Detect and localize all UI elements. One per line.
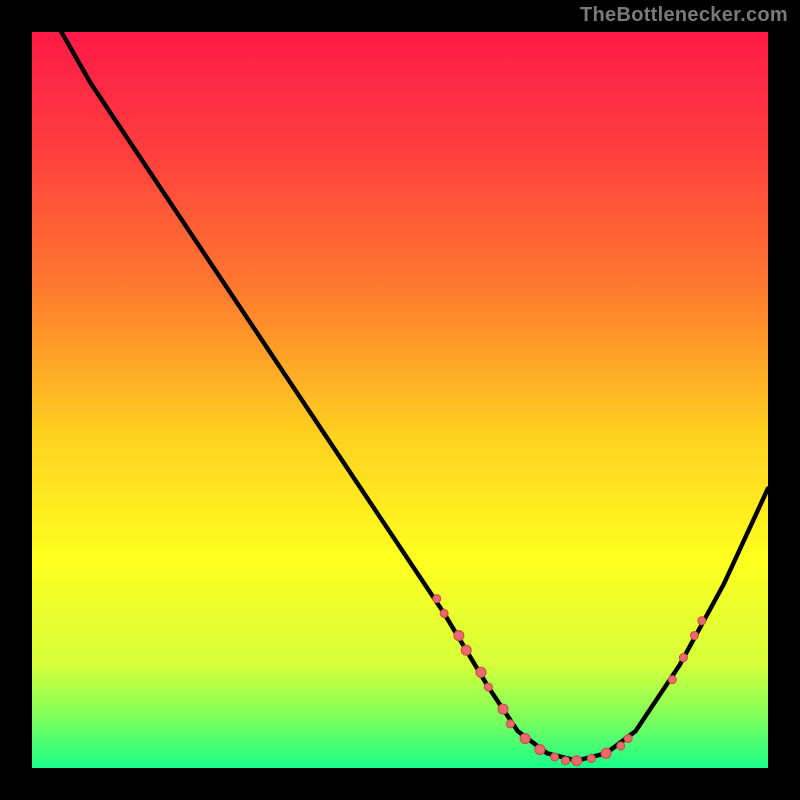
data-markers <box>433 595 706 766</box>
chart-container: TheBottlenecker.com <box>0 0 800 800</box>
data-point <box>454 631 464 641</box>
data-point <box>624 735 632 743</box>
attribution-text: TheBottlenecker.com <box>580 4 788 27</box>
data-point <box>506 720 514 728</box>
data-point <box>562 757 570 765</box>
data-point <box>587 754 595 762</box>
data-point <box>679 654 687 662</box>
data-point <box>617 742 625 750</box>
data-point <box>690 632 698 640</box>
data-point <box>498 704 508 714</box>
plot-area <box>32 32 768 768</box>
data-point <box>668 676 676 684</box>
data-point <box>698 617 706 625</box>
data-point <box>461 645 471 655</box>
data-point <box>520 734 530 744</box>
markers-layer <box>32 32 768 768</box>
data-point <box>572 756 582 766</box>
data-point <box>601 748 611 758</box>
data-point <box>484 683 492 691</box>
data-point <box>433 595 441 603</box>
data-point <box>535 745 545 755</box>
data-point <box>551 753 559 761</box>
data-point <box>440 609 448 617</box>
data-point <box>476 667 486 677</box>
